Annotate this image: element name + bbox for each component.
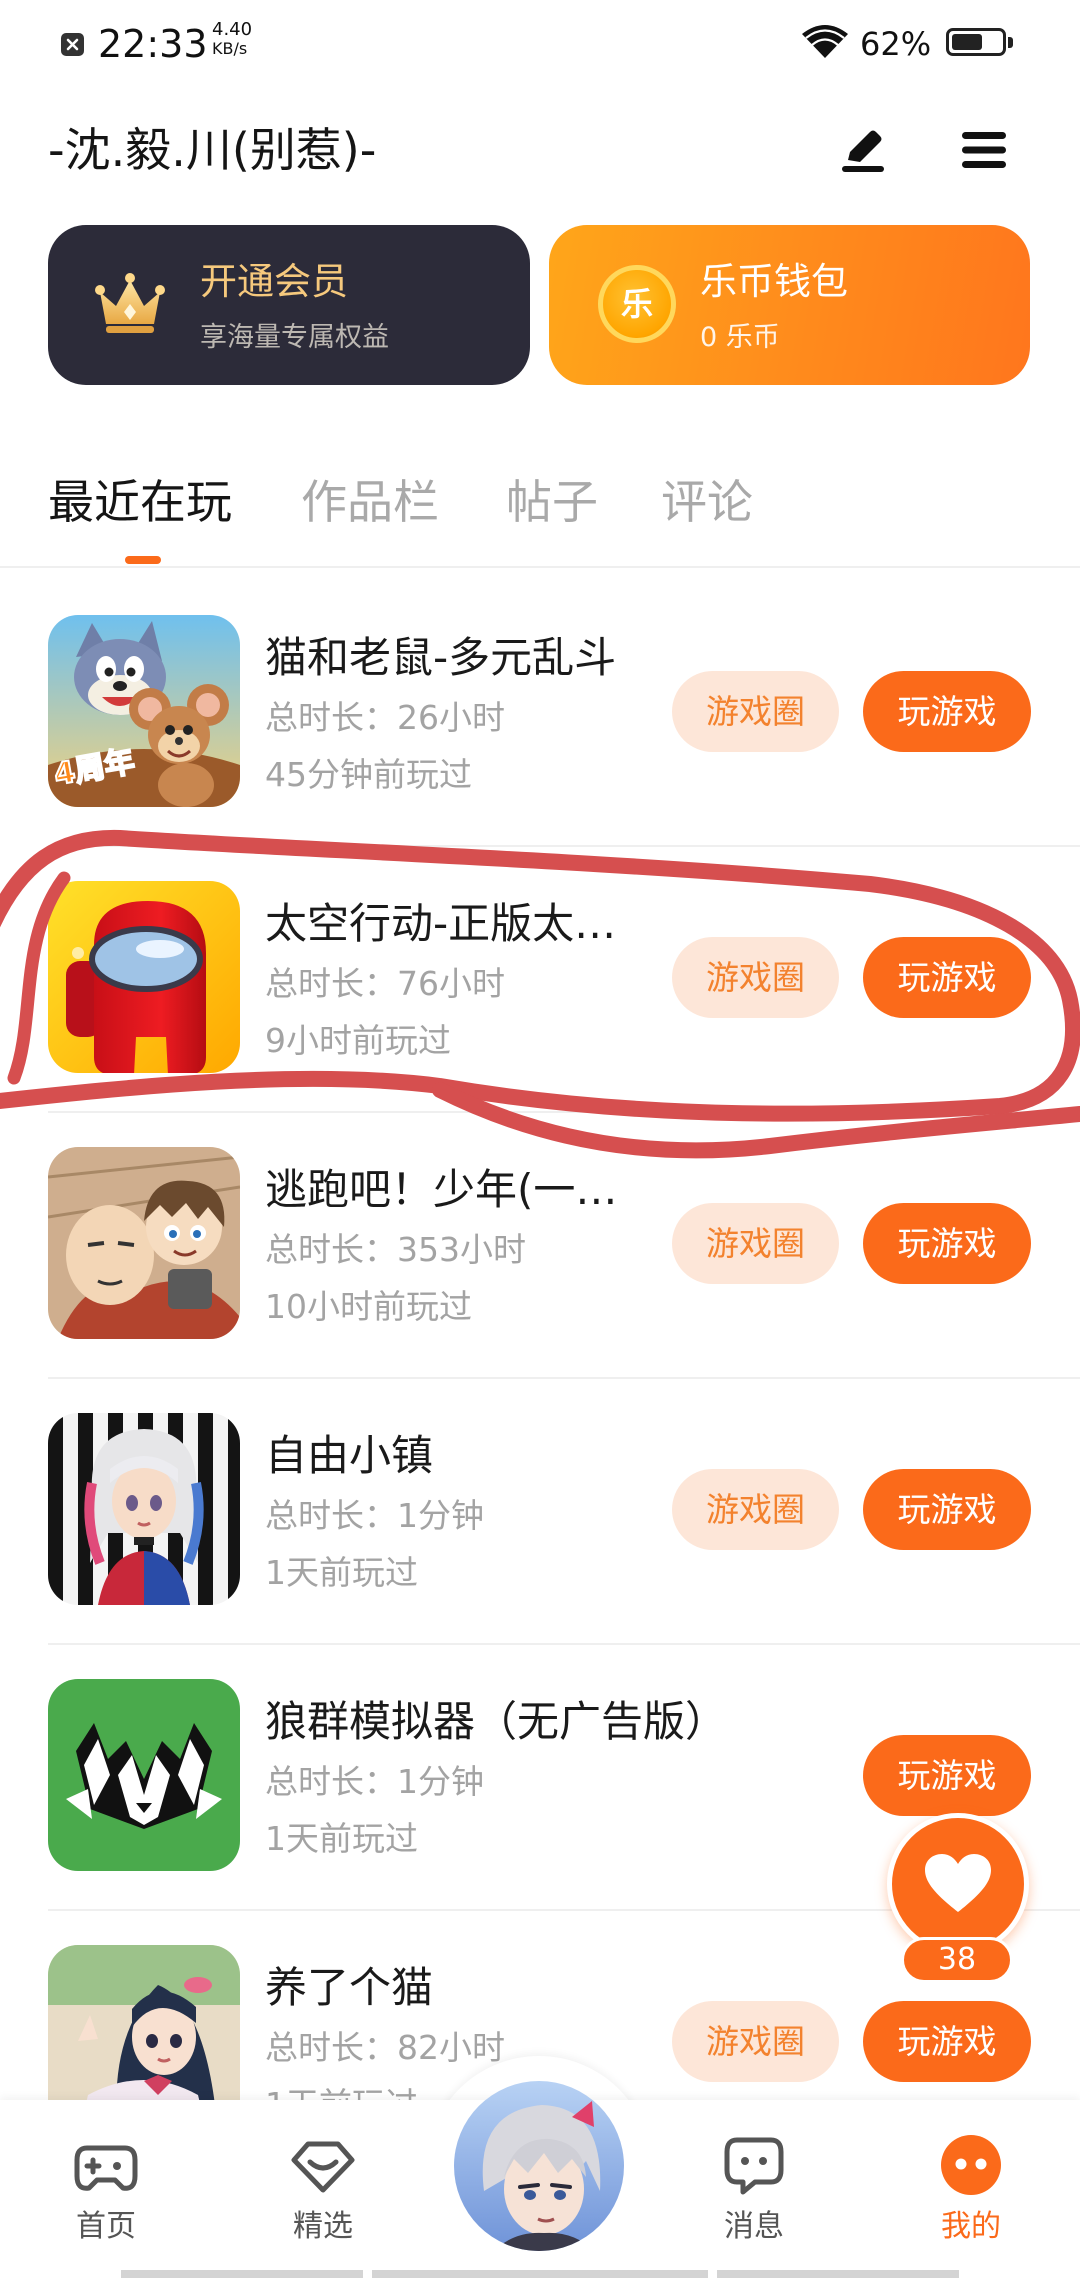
- game-circle-button[interactable]: 游戏圈: [672, 1203, 839, 1284]
- tom-and-jerry-game-icon[interactable]: 4周年: [48, 615, 240, 807]
- edit-pen-icon[interactable]: [838, 126, 888, 174]
- profile-page: 22:33 4.40 KB/s 62% -沈.毅.川(别惹)- 开通会员 享海量…: [0, 0, 1080, 2280]
- wolf-simulator-game-icon[interactable]: [48, 1679, 240, 1871]
- vip-membership-card[interactable]: 开通会员 享海量专属权益: [48, 225, 530, 385]
- nav-home[interactable]: 首页: [26, 2126, 186, 2256]
- battery-nub: [1008, 37, 1013, 48]
- net-speed-unit: KB/s: [212, 39, 248, 58]
- tab-divider: [0, 566, 1080, 568]
- space-action-game-icon[interactable]: [48, 881, 240, 1073]
- nav-featured[interactable]: 精选: [243, 2126, 403, 2256]
- wifi-icon: [800, 24, 850, 60]
- game-title: 太空行动-正版太…: [265, 899, 617, 948]
- menu-icon[interactable]: [960, 128, 1008, 172]
- last-played: 10小时前玩过: [265, 1287, 472, 1326]
- game-title: 自由小镇: [265, 1431, 434, 1480]
- list-divider: [48, 845, 1080, 847]
- coin-glyph: 乐: [620, 285, 653, 323]
- play-duration: 总时长：1分钟: [265, 1762, 484, 1801]
- notification-icon: [61, 33, 84, 56]
- tab-posts[interactable]: 帖子: [506, 470, 598, 534]
- play-game-button[interactable]: 玩游戏: [863, 2001, 1031, 2082]
- nav-home-label: 首页: [76, 2209, 136, 2244]
- play-game-button[interactable]: 玩游戏: [863, 1735, 1031, 1816]
- game-circle-button[interactable]: 游戏圈: [672, 1469, 839, 1550]
- free-town-game-icon[interactable]: [48, 1413, 240, 1605]
- like-button[interactable]: [887, 1813, 1029, 1955]
- play-duration: 总时长：353小时: [265, 1230, 526, 1269]
- bottom-gesture-bar: [717, 2270, 959, 2278]
- chat-bubble-icon: [724, 2137, 784, 2195]
- wallet-card[interactable]: 乐 乐币钱包 0 乐币: [549, 225, 1030, 385]
- username-title: -沈.毅.川(别惹)-: [48, 123, 377, 177]
- game-list-item[interactable]: 自由小镇 总时长：1分钟 1天前玩过 游戏圈 玩游戏: [0, 1413, 1080, 1679]
- last-played: 9小时前玩过: [265, 1021, 451, 1060]
- play-duration: 总时长：1分钟: [265, 1496, 484, 1535]
- tab-comments[interactable]: 评论: [661, 470, 753, 534]
- game-list-item[interactable]: 太空行动-正版太… 总时长：76小时 9小时前玩过 游戏圈 玩游戏: [0, 881, 1080, 1147]
- battery-icon: [946, 28, 1006, 56]
- vip-title: 开通会员: [200, 260, 348, 303]
- nav-messages[interactable]: 消息: [674, 2126, 834, 2256]
- coin-icon: 乐: [598, 265, 676, 343]
- bottom-gesture-bar: [121, 2270, 363, 2278]
- gamepad-icon: [74, 2145, 138, 2191]
- crown-icon: [92, 266, 168, 342]
- escape-boy-game-icon[interactable]: [48, 1147, 240, 1339]
- list-divider: [48, 1111, 1080, 1113]
- play-duration: 总时长：82小时: [265, 2028, 505, 2067]
- tab-works[interactable]: 作品栏: [301, 470, 439, 534]
- nav-featured-label: 精选: [293, 2209, 353, 2244]
- game-title: 狼群模拟器（无广告版）: [265, 1697, 728, 1746]
- user-avatar[interactable]: [454, 2081, 624, 2251]
- vip-subtitle: 享海量专属权益: [200, 322, 389, 353]
- play-duration: 总时长：26小时: [265, 698, 505, 737]
- game-circle-button[interactable]: 游戏圈: [672, 2001, 839, 2082]
- tab-recently-played[interactable]: 最近在玩: [48, 470, 232, 534]
- wallet-balance: 0 乐币: [700, 322, 780, 353]
- game-list-item[interactable]: 逃跑吧！少年(一… 总时长：353小时 10小时前玩过 游戏圈 玩游戏: [0, 1147, 1080, 1413]
- game-list-item[interactable]: 4周年 猫和老鼠-多元乱斗 总时长：26小时 45分钟前玩过 游戏圈 玩游戏: [0, 615, 1080, 881]
- heart-badge-icon: [291, 2141, 355, 2193]
- last-played: 1天前玩过: [265, 1553, 418, 1592]
- bottom-gesture-bar: [372, 2270, 708, 2278]
- battery-percent: 62%: [860, 25, 932, 63]
- list-divider: [48, 1377, 1080, 1379]
- like-count-badge: 38: [901, 1937, 1013, 1983]
- play-duration: 总时长：76小时: [265, 964, 505, 1003]
- game-title: 养了个猫: [265, 1963, 434, 2012]
- game-circle-button[interactable]: 游戏圈: [672, 937, 839, 1018]
- play-game-button[interactable]: 玩游戏: [863, 1469, 1031, 1550]
- play-game-button[interactable]: 玩游戏: [863, 937, 1031, 1018]
- last-played: 1天前玩过: [265, 1819, 418, 1858]
- battery-level-fill: [952, 34, 982, 50]
- play-game-button[interactable]: 玩游戏: [863, 1203, 1031, 1284]
- nav-messages-label: 消息: [724, 2209, 784, 2244]
- nav-mine[interactable]: 我的: [891, 2126, 1051, 2256]
- game-title: 逃跑吧！少年(一…: [265, 1165, 618, 1214]
- game-circle-button[interactable]: 游戏圈: [672, 671, 839, 752]
- nav-mine-label: 我的: [941, 2209, 1001, 2244]
- status-time: 22:33: [98, 22, 208, 66]
- game-title: 猫和老鼠-多元乱斗: [265, 633, 617, 682]
- active-tab-indicator: [125, 556, 161, 564]
- heart-icon: [925, 1854, 991, 1912]
- play-game-button[interactable]: 玩游戏: [863, 671, 1031, 752]
- net-speed-value: 4.40: [212, 19, 253, 40]
- list-divider: [48, 1643, 1080, 1645]
- profile-dots-icon: [941, 2135, 1001, 2195]
- last-played: 45分钟前玩过: [265, 755, 472, 794]
- wallet-title: 乐币钱包: [700, 260, 848, 303]
